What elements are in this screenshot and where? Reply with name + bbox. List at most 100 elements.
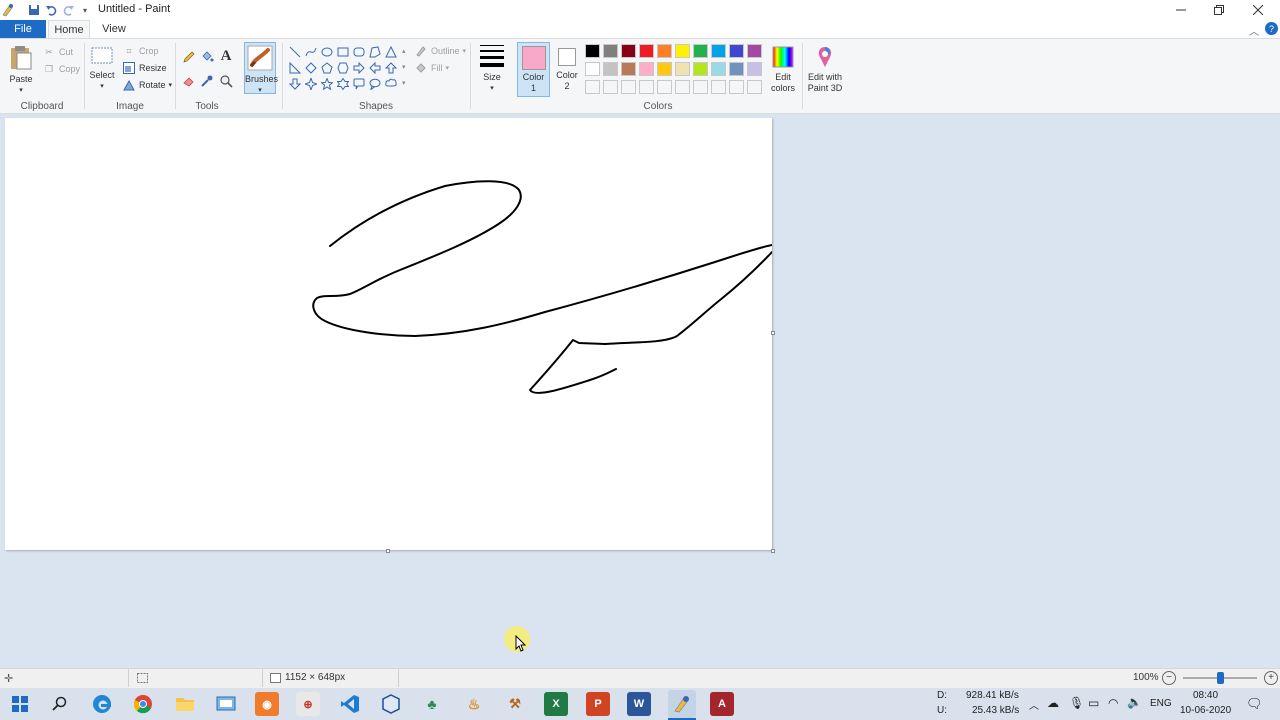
palette-swatch[interactable] [747,44,762,58]
shapes-scroll-down-icon[interactable]: ▾ [402,63,406,71]
rounded-rectangle-shape-icon[interactable] [352,45,366,59]
screen-capture-icon[interactable] [214,692,238,716]
outline-dropdown-icon[interactable]: ▾ [463,47,467,55]
tab-file[interactable]: File [0,20,46,38]
down-arrow-shape-icon[interactable] [288,77,302,91]
search-icon[interactable] [48,692,72,716]
edge-browser-icon[interactable] [90,692,114,716]
palette-custom-slot[interactable] [621,80,636,94]
five-point-star-shape-icon[interactable] [320,77,334,91]
crop-button[interactable]: ⌗ Crop [122,44,158,58]
notifications-icon[interactable]: 🗨 [1246,696,1263,712]
oval-callout-shape-icon[interactable] [368,77,382,91]
shapes-expand-icon[interactable]: ▾ [402,79,406,87]
volume-icon[interactable]: 🔈 [1127,695,1142,709]
color2-button[interactable]: Color 2 [552,42,582,97]
magnifier-icon[interactable] [219,74,233,88]
resize-handle-bottom[interactable] [386,549,390,553]
brushes-dropdown-icon[interactable]: ▾ [245,85,275,96]
zoom-slider[interactable] [1183,672,1257,684]
language-indicator[interactable]: ENG [1150,698,1172,709]
text-tool-icon[interactable]: A [219,48,233,64]
fill-button[interactable]: Fill ▾ [414,61,449,75]
paste-button[interactable]: Paste ▾ [6,45,36,96]
powerpoint-icon[interactable]: P [586,692,610,716]
excel-icon[interactable]: X [544,692,568,716]
shapes-scroll-up-icon[interactable]: ▴ [402,47,406,55]
undo-icon[interactable] [43,2,59,18]
select-button[interactable]: Select ▾ [88,45,116,92]
onedrive-cloud-icon[interactable]: ☁ [1047,696,1059,710]
oval-shape-icon[interactable] [320,45,334,59]
resize-handle-right[interactable] [771,331,775,335]
tab-home[interactable]: Home [48,20,90,38]
tab-view[interactable]: View [96,20,132,38]
fill-dropdown-icon[interactable]: ▾ [446,64,450,72]
microphone-icon[interactable]: 🎙 [1069,696,1084,710]
file-explorer-icon[interactable] [173,692,197,716]
clock-time[interactable]: 08:40 [1193,690,1218,701]
brushes-button[interactable]: Brushes ▾ [244,42,278,96]
recorder-app-icon[interactable]: ◉ [255,692,279,716]
tools-app-icon[interactable]: ⚒ [503,692,527,716]
palette-swatch[interactable] [693,44,708,58]
access-icon[interactable]: A [710,692,734,716]
palette-swatch[interactable] [621,44,636,58]
customize-qat-icon[interactable]: ▾ [77,2,93,18]
edit-with-paint3d-button[interactable]: Edit with Paint 3D [806,45,844,94]
windows-start-icon[interactable] [8,692,32,716]
hexagon-shape-icon[interactable] [336,61,350,75]
help-icon[interactable]: ? [1265,22,1278,35]
palette-swatch[interactable] [603,44,618,58]
palette-swatch[interactable] [639,62,654,76]
palette-custom-slot[interactable] [657,80,672,94]
clock-date[interactable]: 10-06-2020 [1180,705,1231,716]
palette-swatch[interactable] [657,44,672,58]
color-picker-icon[interactable] [200,74,214,88]
rotate-button[interactable]: Rotate ▾ [122,78,172,92]
palette-swatch[interactable] [729,62,744,76]
virtualbox-icon[interactable] [379,692,403,716]
palette-swatch[interactable] [603,62,618,76]
right-triangle-shape-icon[interactable] [288,61,302,75]
curve-shape-icon[interactable] [304,45,318,59]
show-hidden-icons-icon[interactable]: ︿ [1029,697,1039,712]
color1-button[interactable]: Color 1 [517,42,550,97]
java-app-icon[interactable]: ♨ [462,692,486,716]
fill-bucket-icon[interactable] [200,50,214,64]
vscode-icon[interactable] [338,692,362,716]
palette-swatch[interactable] [675,62,690,76]
resize-button[interactable]: Resize [122,61,167,75]
resize-handle-corner[interactable] [771,549,775,553]
palette-custom-slot[interactable] [729,80,744,94]
line-shape-icon[interactable] [288,45,302,59]
palette-swatch[interactable] [657,62,672,76]
up-arrow-shape-icon[interactable] [384,61,398,75]
wifi-icon[interactable]: ◠ [1108,696,1118,710]
palette-swatch[interactable] [585,44,600,58]
palette-swatch[interactable] [675,44,690,58]
palette-swatch[interactable] [639,44,654,58]
zoom-in-button[interactable]: + [1264,671,1278,685]
palette-swatch[interactable] [693,62,708,76]
six-point-star-shape-icon[interactable] [336,77,350,91]
palette-custom-slot[interactable] [693,80,708,94]
four-point-star-shape-icon[interactable] [304,77,318,91]
palette-swatch[interactable] [585,62,600,76]
outline-button[interactable]: Outline ▾ [414,44,466,58]
diamond-shape-icon[interactable] [304,61,318,75]
size-button[interactable]: Size ▾ [476,43,508,94]
minimize-button[interactable] [1161,0,1201,20]
network-app-icon[interactable]: ♣ [420,692,444,716]
select-dropdown-icon[interactable]: ▾ [88,81,116,92]
palette-custom-slot[interactable] [675,80,690,94]
redo-icon[interactable] [61,2,77,18]
zoom-slider-thumb[interactable] [1217,672,1224,684]
palette-custom-slot[interactable] [711,80,726,94]
polygon-shape-icon[interactable] [368,45,382,59]
palette-swatch[interactable] [747,62,762,76]
utility-app-icon[interactable]: ⊕ [296,692,320,716]
copy-button[interactable]: ❐ Copy [42,62,80,76]
cut-button[interactable]: ✂ Cut [42,45,73,59]
size-dropdown-icon[interactable]: ▾ [476,83,508,94]
